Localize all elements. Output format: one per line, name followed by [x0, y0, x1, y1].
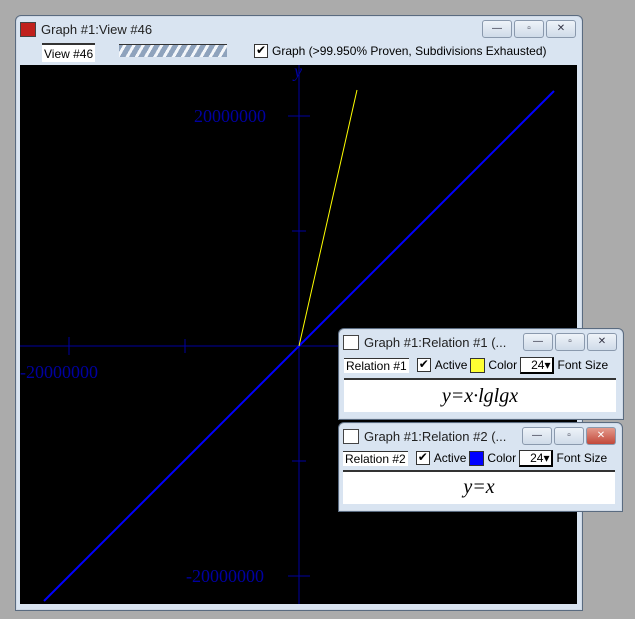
color-swatch[interactable] — [470, 357, 486, 373]
graph-status: Graph (>99.950% Proven, Subdivisions Exh… — [272, 44, 547, 58]
y-tick-label-top: 20000000 — [194, 106, 266, 126]
relation-icon — [343, 334, 359, 350]
font-size-label: Font Size — [557, 358, 609, 372]
color-label: Color — [487, 451, 517, 465]
main-window-title: Graph #1:View #46 — [41, 21, 153, 37]
font-size-value: 24 — [531, 357, 545, 372]
active-checkbox[interactable]: ✔ — [415, 451, 430, 465]
active-checkbox[interactable]: ✔ — [416, 358, 431, 372]
relation-expression[interactable]: y=x·lglgx — [344, 378, 616, 412]
minimize-button[interactable]: — — [482, 20, 512, 38]
relation-window-1: Graph #1:Relation #1 (... — ▫ ✕ Relation #… — [338, 328, 624, 420]
graph-app-icon — [20, 21, 36, 37]
relation-2-title-bar[interactable]: Graph #1:Relation #2 (... — [343, 427, 506, 445]
minimize-button[interactable]: — — [523, 333, 553, 351]
relation-expression[interactable]: y=x — [343, 470, 615, 504]
progress-bar — [119, 44, 227, 57]
close-button[interactable]: ✕ — [546, 20, 576, 38]
close-button[interactable]: ✕ — [587, 333, 617, 351]
x-tick-label-left: -20000000 — [20, 362, 98, 382]
relation-1-title: Graph #1:Relation #1 (... — [364, 334, 507, 350]
y-axis-label: y — [292, 65, 302, 81]
font-size-dropdown[interactable]: 24▾ — [520, 356, 555, 374]
relation-window-2: Graph #1:Relation #2 (... — ▫ ✕ Relation #… — [338, 422, 623, 512]
y-tick-label-bottom: -20000000 — [186, 566, 264, 586]
active-label: Active — [433, 451, 467, 465]
maximize-button[interactable]: ▫ — [514, 20, 544, 38]
font-size-dropdown[interactable]: 24▾ — [519, 449, 554, 467]
font-size-label: Font Size — [556, 451, 608, 465]
graph-checkbox[interactable]: ✔ — [254, 44, 268, 58]
view-tab[interactable]: View #46 — [42, 43, 96, 62]
close-button[interactable]: ✕ — [586, 427, 616, 445]
relation-1-title-bar[interactable]: Graph #1:Relation #1 (... — [343, 333, 506, 351]
color-swatch[interactable] — [469, 450, 485, 466]
relation-name-field[interactable]: Relation #1 — [344, 357, 409, 373]
relation-icon — [343, 428, 359, 444]
font-size-value: 24 — [530, 450, 544, 465]
minimize-button[interactable]: — — [522, 427, 552, 445]
active-label: Active — [434, 358, 468, 372]
main-title-bar[interactable]: Graph #1:View #46 — [20, 20, 152, 38]
color-label: Color — [488, 358, 518, 372]
relation-name-field[interactable]: Relation #2 — [343, 450, 408, 466]
relation-2-title: Graph #1:Relation #2 (... — [364, 428, 507, 444]
maximize-button[interactable]: ▫ — [554, 427, 584, 445]
maximize-button[interactable]: ▫ — [555, 333, 585, 351]
main-window: Graph #1:View #46 — ▫ ✕ View #46 ✔ Graph… — [15, 15, 583, 611]
